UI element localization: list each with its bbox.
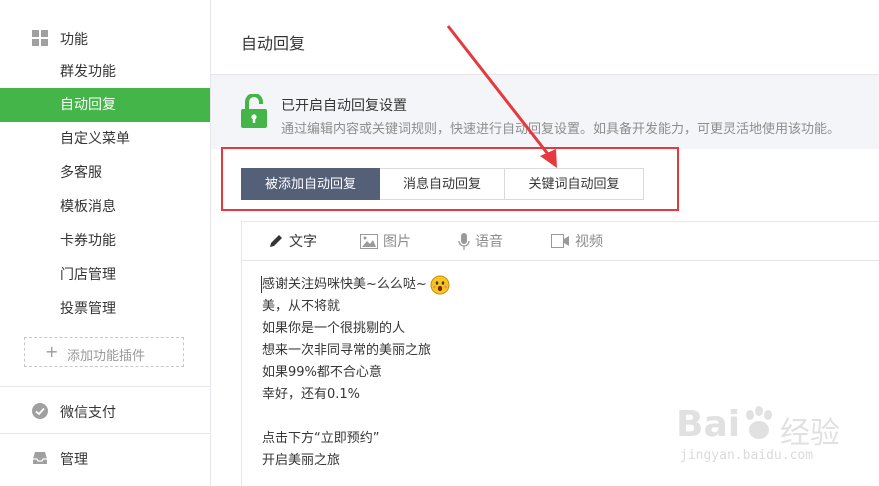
sidebar-section-label: 功能 <box>60 32 88 48</box>
sidebar-item-coupons[interactable]: 卡券功能 <box>0 224 210 258</box>
sidebar-item-label: 自动回复 <box>60 97 116 113</box>
content-line: 如果99%都不合心意 <box>262 365 382 380</box>
sidebar-item-label: 自定义菜单 <box>60 131 130 147</box>
content-line: 想来一次非同寻常的美丽之旅 <box>262 343 432 358</box>
tool-voice[interactable]: 语音 <box>458 232 503 250</box>
sidebar-section-pay[interactable]: 微信支付 <box>0 394 210 428</box>
content-line: 感谢关注妈咪快美~么么哒~ <box>262 274 450 296</box>
highlight-box <box>221 147 679 211</box>
reply-content[interactable]: 感谢关注妈咪快美~么么哒~ 美，从不将就 如果你是一个很挑剔的人 想来一次非同寻… <box>262 274 450 472</box>
add-plugin-button[interactable]: + 添加功能插件 <box>24 337 184 367</box>
sidebar-item-label: 群发功能 <box>60 64 116 80</box>
sidebar-item-vote-management[interactable]: 投票管理 <box>0 292 210 326</box>
page-title: 自动回复 <box>241 34 306 53</box>
plus-icon: + <box>45 342 59 361</box>
tool-text[interactable]: 文字 <box>268 232 317 250</box>
grid-icon <box>32 30 48 46</box>
content-line: 点击下方“立即预约” <box>262 431 380 446</box>
watermark-cn: 经验 <box>780 416 840 451</box>
sidebar-item-custom-menu[interactable]: 自定义菜单 <box>0 122 210 156</box>
sidebar-item-mass-send[interactable]: 群发功能 <box>0 55 210 89</box>
sidebar-item-label: 投票管理 <box>60 301 116 317</box>
sidebar-item-store-management[interactable]: 门店管理 <box>0 258 210 292</box>
image-icon <box>360 233 378 249</box>
unlock-icon <box>241 94 267 128</box>
add-plugin-label: 添加功能插件 <box>67 349 146 364</box>
pencil-icon <box>270 235 282 247</box>
sidebar-item-label: 门店管理 <box>60 267 116 283</box>
tool-image[interactable]: 图片 <box>360 232 411 250</box>
sidebar-divider <box>0 386 210 387</box>
wechat-pay-icon <box>32 403 48 419</box>
video-icon <box>551 234 569 248</box>
notice-title: 已开启自动回复设置 <box>281 98 407 114</box>
editor-toolbar: 文字 图片 语音 视频 <box>241 222 879 261</box>
sidebar-item-template-message[interactable]: 模板消息 <box>0 190 210 224</box>
notice-description: 通过编辑内容或关键词规则，快速进行自动回复设置。如具备开发能力，可更灵活地使用该… <box>281 122 841 137</box>
watermark-url: jingyan.baidu.com <box>680 448 814 463</box>
tool-label: 文字 <box>289 234 317 250</box>
sidebar-section-label: 管理 <box>60 452 88 468</box>
sidebar-item-customer-service[interactable]: 多客服 <box>0 156 210 190</box>
sidebar: 功能 群发功能 自动回复 自定义菜单 多客服 模板消息 卡券功能 门店管理 投票… <box>0 0 211 486</box>
microphone-icon <box>458 232 470 250</box>
sidebar-item-label: 模板消息 <box>60 199 116 215</box>
sidebar-section-manage[interactable]: 管理 <box>0 441 210 475</box>
tool-label: 图片 <box>383 234 411 250</box>
sidebar-item-auto-reply[interactable]: 自动回复 <box>0 88 210 122</box>
watermark-brand: Bai <box>676 404 741 445</box>
tool-video[interactable]: 视频 <box>551 232 603 250</box>
content-line: 如果你是一个很挑剔的人 <box>262 321 406 336</box>
content-line: 美，从不将就 <box>262 299 341 314</box>
baidu-jingyan-watermark: Bai 经验 jingyan.baidu.com <box>676 402 876 472</box>
sidebar-section-function: 功能 <box>0 21 210 55</box>
tool-label: 视频 <box>575 234 603 250</box>
content-line: 开启美丽之旅 <box>262 453 341 468</box>
sidebar-section-label: 微信支付 <box>60 405 116 421</box>
content-line: 幸好，还有0.1% <box>262 387 361 402</box>
inbox-icon <box>33 452 47 464</box>
content-text: 感谢关注妈咪快美~么么哒~ <box>262 277 427 292</box>
sidebar-item-label: 多客服 <box>60 165 102 181</box>
blushing-face-emoji-icon <box>430 275 450 294</box>
tool-label: 语音 <box>475 234 503 250</box>
content-line <box>262 406 450 428</box>
sidebar-divider <box>0 433 210 434</box>
sidebar-item-label: 卡券功能 <box>60 233 116 249</box>
paw-icon <box>746 406 772 439</box>
